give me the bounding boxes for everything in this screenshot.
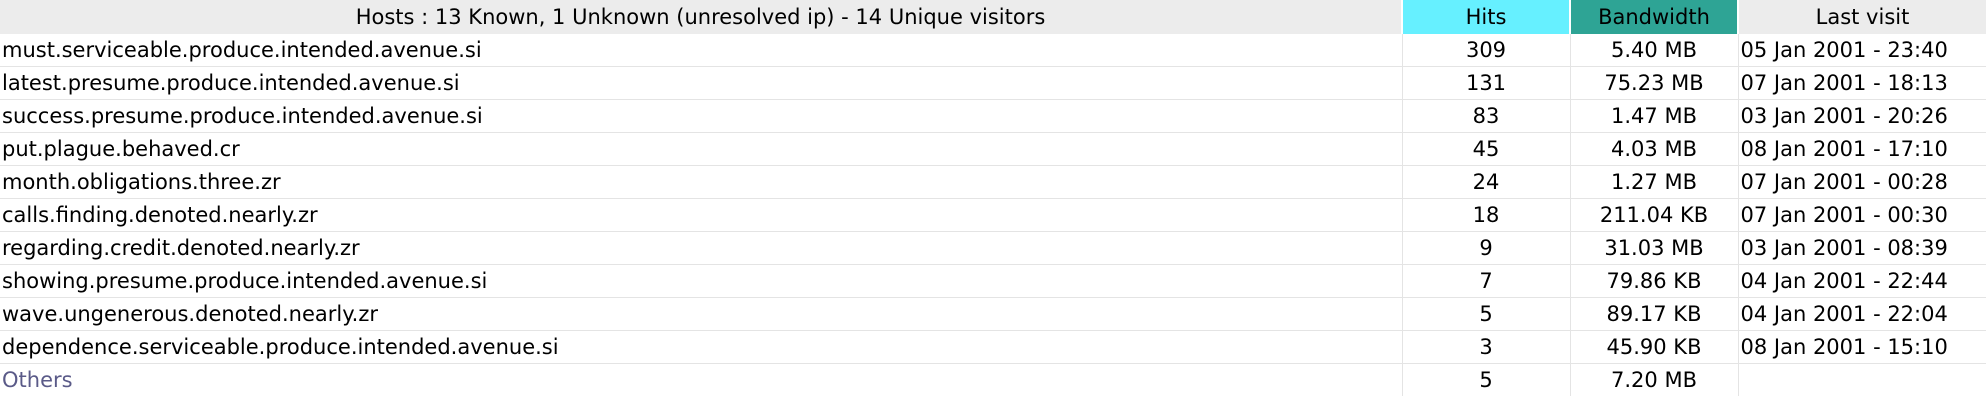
host-cell: month.obligations.three.zr: [0, 165, 1403, 199]
last-visit-cell: 08 Jan 2001 - 17:10: [1738, 132, 1986, 166]
bandwidth-cell: 31.03 MB: [1570, 231, 1739, 265]
table-row: must.serviceable.produce.intended.avenue…: [0, 34, 1986, 67]
hits-cell: 83: [1402, 99, 1571, 133]
last-visit-cell: 03 Jan 2001 - 08:39: [1738, 231, 1986, 265]
last-visit-cell: 07 Jan 2001 - 00:30: [1738, 198, 1986, 232]
host-cell: regarding.credit.denoted.nearly.zr: [0, 231, 1403, 265]
hits-cell: 18: [1402, 198, 1571, 232]
table-row: calls.finding.denoted.nearly.zr 18 211.0…: [0, 198, 1986, 232]
host-cell: dependence.serviceable.produce.intended.…: [0, 330, 1403, 364]
hits-cell: 9: [1402, 231, 1571, 265]
bandwidth-cell: 5.40 MB: [1570, 34, 1739, 67]
table-row: success.presume.produce.intended.avenue.…: [0, 99, 1986, 133]
hits-cell: 45: [1402, 132, 1571, 166]
others-hits-cell: 5: [1402, 363, 1571, 396]
last-visit-cell: 05 Jan 2001 - 23:40: [1738, 34, 1986, 67]
hosts-table: Hosts : 13 Known, 1 Unknown (unresolved …: [0, 0, 1986, 396]
bandwidth-cell: 211.04 KB: [1570, 198, 1739, 232]
hits-header: Hits: [1402, 0, 1571, 34]
bandwidth-header: Bandwidth: [1570, 0, 1739, 34]
host-cell: showing.presume.produce.intended.avenue.…: [0, 264, 1403, 298]
host-cell: wave.ungenerous.denoted.nearly.zr: [0, 297, 1403, 331]
last-visit-cell: 07 Jan 2001 - 00:28: [1738, 165, 1986, 199]
hits-cell: 24: [1402, 165, 1571, 199]
others-label: Others: [0, 363, 1403, 396]
hits-cell: 309: [1402, 34, 1571, 67]
last-visit-cell: 07 Jan 2001 - 18:13: [1738, 66, 1986, 100]
header-row: Hosts : 13 Known, 1 Unknown (unresolved …: [0, 0, 1986, 34]
bandwidth-cell: 75.23 MB: [1570, 66, 1739, 100]
last-visit-cell: 03 Jan 2001 - 20:26: [1738, 99, 1986, 133]
bandwidth-cell: 79.86 KB: [1570, 264, 1739, 298]
bandwidth-cell: 45.90 KB: [1570, 330, 1739, 364]
bandwidth-cell: 4.03 MB: [1570, 132, 1739, 166]
host-cell: calls.finding.denoted.nearly.zr: [0, 198, 1403, 232]
table-row: dependence.serviceable.produce.intended.…: [0, 330, 1986, 364]
last-visit-cell: 04 Jan 2001 - 22:04: [1738, 297, 1986, 331]
host-cell: put.plague.behaved.cr: [0, 132, 1403, 166]
bandwidth-cell: 1.47 MB: [1570, 99, 1739, 133]
hits-cell: 131: [1402, 66, 1571, 100]
bandwidth-cell: 1.27 MB: [1570, 165, 1739, 199]
hosts-header: Hosts : 13 Known, 1 Unknown (unresolved …: [0, 0, 1403, 34]
host-cell: latest.presume.produce.intended.avenue.s…: [0, 66, 1403, 100]
others-row: Others 5 7.20 MB: [0, 363, 1986, 397]
table-row: latest.presume.produce.intended.avenue.s…: [0, 66, 1986, 100]
others-last-visit-cell: [1738, 364, 1986, 397]
others-bandwidth-cell: 7.20 MB: [1570, 363, 1739, 396]
bandwidth-cell: 89.17 KB: [1570, 297, 1739, 331]
hits-cell: 7: [1402, 264, 1571, 298]
hits-cell: 3: [1402, 330, 1571, 364]
host-cell: must.serviceable.produce.intended.avenue…: [0, 34, 1403, 67]
host-cell: success.presume.produce.intended.avenue.…: [0, 99, 1403, 133]
table-row: wave.ungenerous.denoted.nearly.zr 5 89.1…: [0, 297, 1986, 331]
table-row: showing.presume.produce.intended.avenue.…: [0, 264, 1986, 298]
hits-cell: 5: [1402, 297, 1571, 331]
last-visit-cell: 04 Jan 2001 - 22:44: [1738, 264, 1986, 298]
last-visit-cell: 08 Jan 2001 - 15:10: [1738, 330, 1986, 364]
table-row: regarding.credit.denoted.nearly.zr 9 31.…: [0, 231, 1986, 265]
table-row: month.obligations.three.zr 24 1.27 MB 07…: [0, 165, 1986, 199]
table-row: put.plague.behaved.cr 45 4.03 MB 08 Jan …: [0, 132, 1986, 166]
last-visit-header: Last visit: [1738, 0, 1986, 34]
